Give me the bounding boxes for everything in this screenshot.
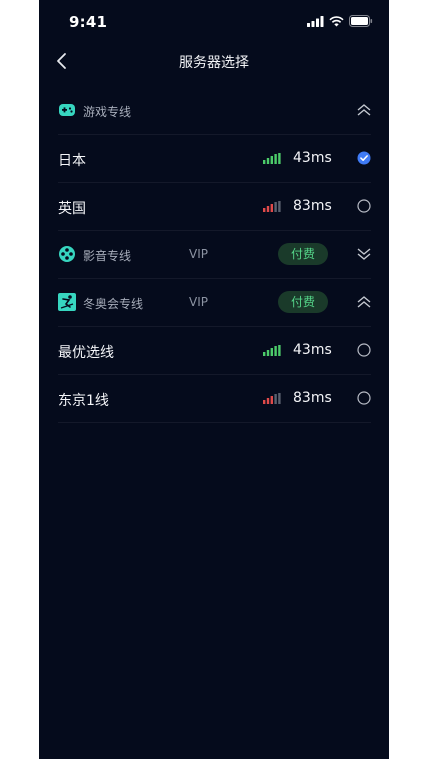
- server-name: 东京1线: [58, 393, 109, 409]
- radio-unchecked-icon[interactable]: [357, 391, 371, 405]
- pay-button[interactable]: 付费: [278, 291, 328, 313]
- status-bar: 9:41: [39, 0, 389, 44]
- group-label: 游戏专线: [83, 105, 132, 119]
- wifi-icon: [329, 15, 344, 26]
- gamepad-icon: [59, 104, 75, 116]
- signal-strength-good-icon: [263, 153, 281, 164]
- server-list: 游戏专线 日本 43ms 英国 83ms 影音专线 VIP 付费 冬奥会专线 V…: [58, 87, 371, 423]
- radio-unchecked-icon[interactable]: [357, 343, 371, 357]
- signal-strength-weak-icon: [263, 201, 281, 212]
- group-label: 影音专线: [83, 249, 132, 263]
- group-header-olympics[interactable]: 冬奥会专线 VIP 付费: [58, 279, 371, 327]
- chevron-double-down-icon[interactable]: [356, 245, 372, 263]
- server-row-best[interactable]: 最优选线 43ms: [58, 327, 371, 375]
- signal-strength-weak-icon: [263, 393, 281, 404]
- server-row-japan[interactable]: 日本 43ms: [58, 135, 371, 183]
- latency-value: 83ms: [293, 198, 332, 214]
- radio-unchecked-icon[interactable]: [357, 199, 371, 213]
- latency-value: 43ms: [293, 150, 332, 166]
- nav-bar: 服务器选择: [39, 44, 389, 82]
- skier-icon: [58, 293, 76, 311]
- vip-label: VIP: [189, 295, 208, 309]
- page-title: 服务器选择: [179, 55, 249, 71]
- group-label: 冬奥会专线: [83, 297, 144, 311]
- server-name: 日本: [58, 153, 86, 169]
- server-name: 英国: [58, 201, 86, 217]
- latency-value: 43ms: [293, 342, 332, 358]
- radio-checked-icon[interactable]: [357, 151, 371, 165]
- battery-icon: [349, 15, 373, 27]
- status-time: 9:41: [69, 13, 108, 31]
- server-row-uk[interactable]: 英国 83ms: [58, 183, 371, 231]
- vip-label: VIP: [189, 247, 208, 261]
- signal-strength-good-icon: [263, 345, 281, 356]
- status-icons: [307, 14, 373, 28]
- film-reel-icon: [59, 246, 75, 262]
- chevron-double-up-icon[interactable]: [356, 101, 372, 119]
- server-name: 最优选线: [58, 345, 114, 361]
- latency-value: 83ms: [293, 390, 332, 406]
- chevron-double-up-icon[interactable]: [356, 293, 372, 311]
- pay-button[interactable]: 付费: [278, 243, 328, 265]
- server-row-tokyo1[interactable]: 东京1线 83ms: [58, 375, 371, 423]
- group-header-media[interactable]: 影音专线 VIP 付费: [58, 231, 371, 279]
- group-header-game[interactable]: 游戏专线: [58, 87, 371, 135]
- cellular-signal-icon: [307, 15, 324, 27]
- phone-screen: 9:41 服务器选择 游戏专线 日本 43ms 英国 83ms 影音专线 VIP…: [39, 0, 389, 759]
